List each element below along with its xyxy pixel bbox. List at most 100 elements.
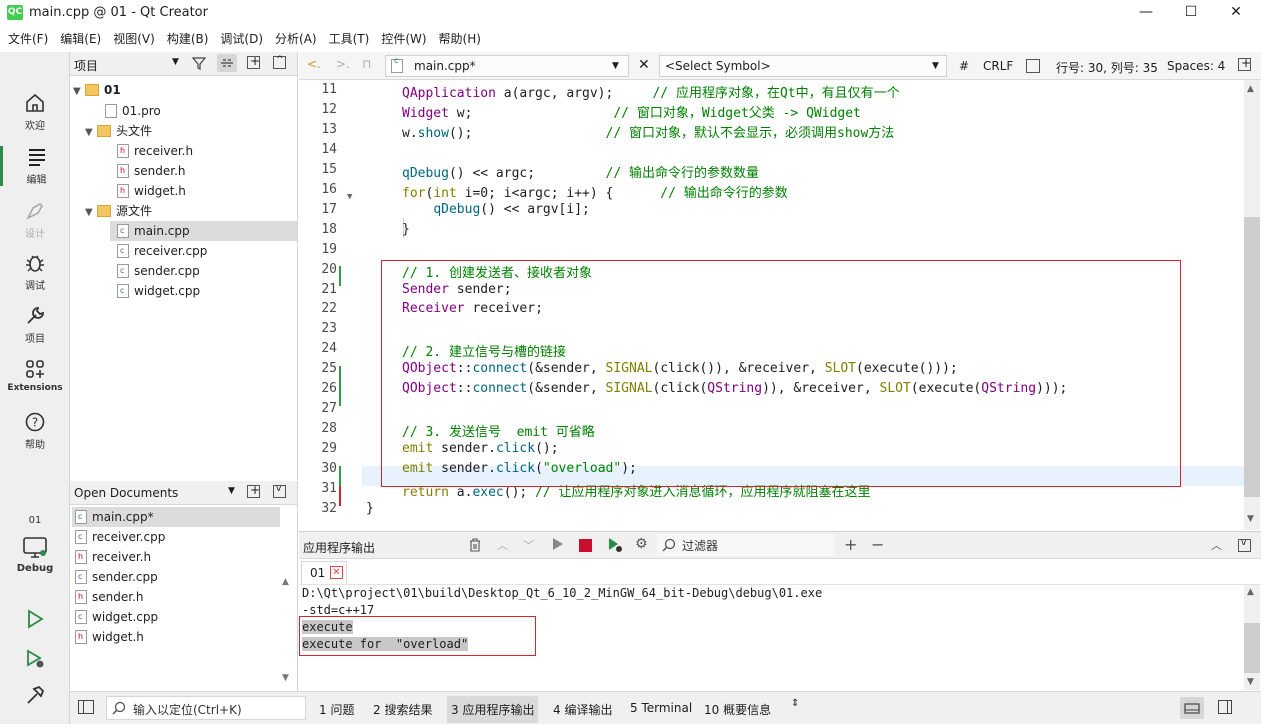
open-doc-widget-h[interactable]: widget.h [75, 627, 144, 647]
menu-build[interactable]: 构建(B) [159, 28, 213, 50]
cursor-position[interactable]: 行号: 30, 列号: 35 [1056, 59, 1158, 76]
maximize-pane-icon[interactable]: ︿ [1211, 537, 1222, 553]
symbol-selector[interactable]: <Select Symbol> ▼ [659, 55, 947, 77]
maximize-icon[interactable]: ☐ [1168, 0, 1214, 26]
editor-scrollbar-thumb[interactable] [1244, 217, 1260, 497]
mode-debug[interactable]: 调试 [0, 252, 70, 292]
tab-general-messages[interactable]: 10 概要信息 [704, 701, 771, 718]
rerun-icon[interactable] [552, 537, 564, 554]
tree-item-project[interactable]: ▼ 01 [73, 80, 121, 100]
menu-help[interactable]: 帮助(H) [431, 28, 485, 50]
output-tab-01[interactable]: 01 ✕ [301, 561, 347, 584]
document-icon[interactable] [1026, 59, 1040, 73]
tab-application-output[interactable]: 3 应用程序输出 [447, 696, 539, 723]
build-button[interactable] [0, 684, 70, 709]
debug-attach-icon[interactable] [607, 537, 623, 556]
tree-item-pro[interactable]: 01.pro [105, 101, 161, 121]
tree-item-widget-cpp[interactable]: widget.cpp [117, 281, 200, 301]
output-scrollbar-thumb[interactable] [1244, 623, 1260, 673]
tree-item-main-cpp[interactable]: main.cpp [110, 221, 297, 241]
chevron-down-icon[interactable]: ▼ [172, 57, 179, 67]
back-icon[interactable]: <. [307, 57, 321, 71]
tab-terminal[interactable]: 5 Terminal [630, 701, 692, 715]
zoom-in-icon[interactable]: + [844, 535, 857, 554]
project-view-selector[interactable]: 项目 [74, 57, 98, 74]
mode-welcome[interactable]: 欢迎 [0, 92, 70, 132]
chevron-down-icon[interactable]: ▼ [228, 486, 235, 496]
close-window-icon[interactable]: ✕ [1213, 0, 1259, 26]
mode-extensions[interactable]: Extensions [0, 358, 70, 393]
mode-projects[interactable]: 项目 [0, 305, 70, 345]
stop-icon[interactable] [579, 539, 592, 552]
line-ending-selector[interactable]: CRLF [983, 59, 1013, 73]
open-documents-title[interactable]: Open Documents [74, 486, 178, 500]
more-tabs-icon[interactable]: ⇕ [791, 698, 799, 709]
close-tab-icon[interactable]: ✕ [330, 566, 343, 579]
close-pane-icon[interactable]: v [273, 484, 286, 498]
code-editor[interactable]: 11 12 13 14 15 16 17 18 19 20 21 22 23 24 25 26 27 28 29 30… [299, 80, 1244, 530]
debug-run-button[interactable] [0, 648, 70, 673]
scroll-up-icon[interactable]: ▲ [1247, 84, 1254, 94]
tab-compile-output[interactable]: 4 编译输出 [553, 701, 612, 718]
application-output[interactable]: D:\Qt\project\01\build\Desktop_Qt_6_10_2… [299, 585, 1244, 690]
scroll-down-icon[interactable]: ▼ [1247, 677, 1254, 687]
tree-item-headers[interactable]: ▼ 头文件 [85, 121, 152, 141]
split-icon[interactable]: + [247, 54, 260, 69]
menu-debug[interactable]: 调试(D) [212, 28, 267, 50]
zoom-out-icon[interactable]: − [871, 535, 884, 554]
open-doc-receiver-h[interactable]: receiver.h [75, 547, 151, 567]
gear-icon[interactable]: ⚙ [635, 536, 648, 552]
forward-icon[interactable]: >. [336, 57, 350, 71]
filter-icon[interactable] [191, 56, 207, 73]
menu-edit[interactable]: 编辑(E) [52, 28, 105, 50]
run-button[interactable] [0, 608, 70, 633]
tree-item-receiver-h[interactable]: receiver.h [117, 141, 193, 161]
toggle-sidebar-icon[interactable] [78, 700, 94, 714]
minimize-icon[interactable]: — [1123, 0, 1169, 26]
menu-view[interactable]: 视图(V) [105, 28, 159, 50]
tree-item-widget-h[interactable]: widget.h [117, 181, 186, 201]
menu-analyze[interactable]: 分析(A) [267, 28, 321, 50]
tree-item-receiver-cpp[interactable]: receiver.cpp [117, 241, 207, 261]
chevron-down-icon[interactable]: ▼ [73, 82, 85, 102]
trash-icon[interactable] [469, 538, 481, 555]
scroll-up-icon[interactable]: ▲ [282, 577, 289, 587]
mode-help[interactable]: ? 帮助 [0, 411, 70, 451]
open-doc-sender-cpp[interactable]: sender.cpp [75, 567, 158, 587]
menu-widgets[interactable]: 控件(W) [373, 28, 430, 50]
menu-file[interactable]: 文件(F) [0, 28, 52, 50]
tree-item-sender-cpp[interactable]: sender.cpp [117, 261, 200, 281]
open-doc-widget-cpp[interactable]: widget.cpp [75, 607, 158, 627]
kit-selector[interactable]: Debug [0, 536, 70, 574]
open-doc-sender-h[interactable]: sender.h [75, 587, 144, 607]
close-pane-icon[interactable]: v [1238, 538, 1251, 552]
chevron-down-icon[interactable]: ▼ [85, 203, 97, 223]
mode-edit[interactable]: 编辑 [0, 146, 70, 186]
output-filter-input[interactable]: 过滤器 [657, 534, 835, 556]
indent-setting[interactable]: Spaces: 4 [1167, 59, 1225, 73]
link-editor-icon[interactable] [217, 54, 237, 72]
chevron-down-icon[interactable]: ▼ [85, 123, 97, 143]
tree-item-sources[interactable]: ▼ 源文件 [85, 201, 152, 221]
menu-tools[interactable]: 工具(T) [321, 28, 374, 50]
open-doc-main-cpp[interactable]: main.cpp* [72, 507, 280, 527]
chevron-up-icon[interactable]: ︿ [497, 537, 508, 553]
scroll-up-icon[interactable]: ▲ [1247, 587, 1254, 597]
mode-design[interactable]: 设计 [0, 200, 70, 240]
tab-search-results[interactable]: 2 搜索结果 [373, 701, 432, 718]
split-icon[interactable]: + [247, 483, 260, 498]
hash-button[interactable]: # [959, 59, 969, 73]
tree-item-sender-h[interactable]: sender.h [117, 161, 186, 181]
split-editor-icon[interactable]: + [1238, 56, 1251, 71]
scroll-down-icon[interactable]: ▼ [1247, 514, 1254, 524]
close-pane-icon[interactable]: ^ [273, 55, 286, 69]
chevron-down-icon[interactable]: ﹀ [523, 537, 534, 553]
locator-input[interactable]: 输入以定位(Ctrl+K) [106, 696, 306, 720]
file-selector[interactable]: main.cpp* ▼ [385, 55, 629, 77]
open-doc-receiver-cpp[interactable]: receiver.cpp [75, 527, 165, 547]
toggle-right-sidebar-icon[interactable] [1218, 700, 1232, 714]
scroll-down-icon[interactable]: ▼ [282, 673, 289, 683]
output-scrollbar[interactable]: ▲ ▼ [1244, 585, 1260, 690]
tab-issues[interactable]: 1 问题 [319, 701, 354, 718]
close-document-icon[interactable]: ✕ [638, 57, 650, 73]
